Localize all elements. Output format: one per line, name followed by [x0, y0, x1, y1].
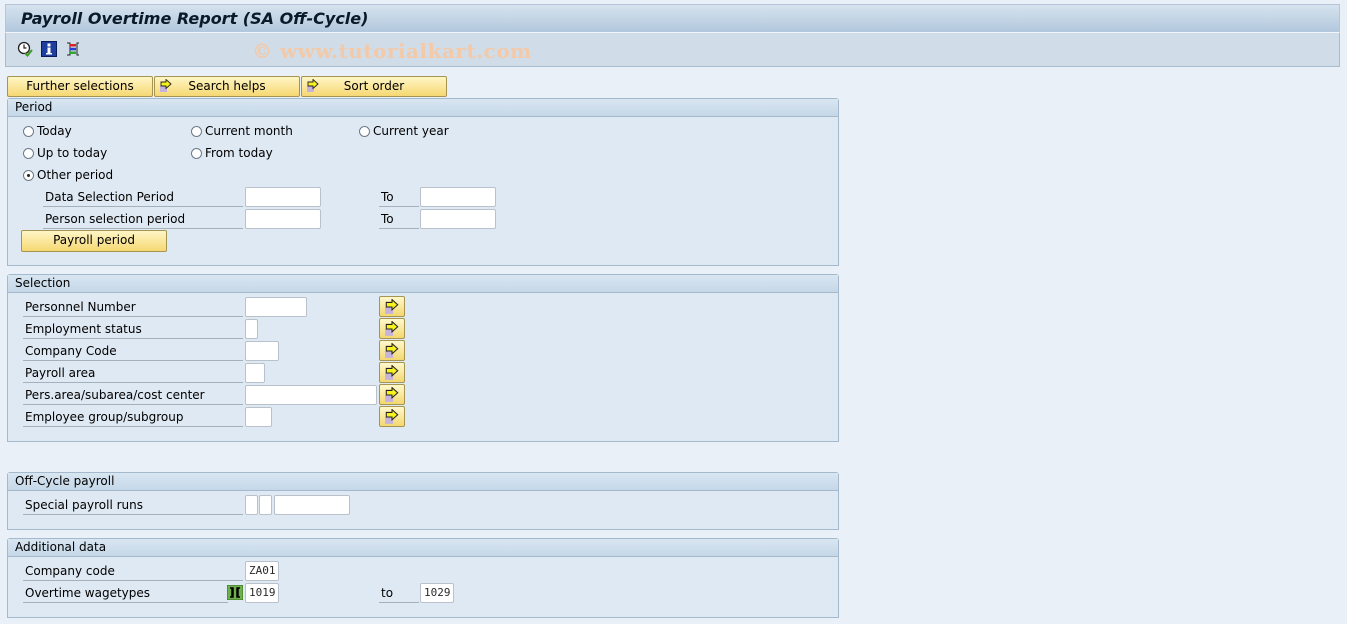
pers-area-label: Pers.area/subarea/cost center	[23, 385, 243, 405]
offcycle-group-title: Off-Cycle payroll	[8, 473, 838, 491]
arrow-right-icon	[385, 387, 399, 402]
selection-group-title: Selection	[8, 275, 838, 293]
radio-current-month[interactable]: Current month	[191, 123, 293, 139]
arrow-right-icon	[160, 79, 172, 92]
radio-circle	[23, 148, 34, 159]
radio-other-period[interactable]: Other period	[23, 167, 113, 183]
personnel-number-label: Personnel Number	[23, 297, 243, 317]
arrow-right-icon	[385, 365, 399, 380]
multiple-selection-button[interactable]	[379, 362, 405, 383]
multiple-selection-button[interactable]	[379, 340, 405, 361]
radio-label: From today	[205, 146, 273, 160]
search-helps-label: Search helps	[188, 79, 266, 93]
to-label: to	[379, 583, 419, 603]
company-code-input[interactable]	[245, 341, 279, 361]
period-group-title: Period	[8, 99, 838, 117]
info-icon[interactable]	[41, 41, 57, 57]
further-selections-button[interactable]: Further selections	[7, 76, 153, 97]
additional-data-group-title: Additional data	[8, 539, 838, 557]
payroll-period-button[interactable]: Payroll period	[21, 230, 167, 252]
special-run-type-input[interactable]	[245, 495, 258, 515]
payroll-area-label: Payroll area	[23, 363, 243, 383]
arrow-right-icon	[385, 409, 399, 424]
employment-status-input[interactable]	[245, 319, 258, 339]
multiple-selection-button[interactable]	[379, 406, 405, 427]
data-selection-to-input[interactable]	[420, 187, 496, 207]
special-payroll-runs-label: Special payroll runs	[23, 495, 243, 515]
selection-group: Selection Personnel Number Employment st…	[7, 274, 839, 442]
to-label: To	[379, 209, 419, 229]
employee-group-input[interactable]	[245, 407, 272, 427]
search-helps-button[interactable]: Search helps	[154, 76, 300, 97]
radio-from-today[interactable]: From today	[191, 145, 273, 161]
radio-label: Current year	[373, 124, 449, 138]
personnel-number-input[interactable]	[245, 297, 307, 317]
pers-area-input[interactable]	[245, 385, 377, 405]
watermark: © www.tutorialkart.com	[252, 39, 532, 63]
special-run-id-input[interactable]	[274, 495, 350, 515]
application-toolbar: © www.tutorialkart.com	[5, 33, 1340, 67]
radio-label: Other period	[37, 168, 114, 182]
execute-clock-icon[interactable]	[17, 41, 33, 57]
employee-group-label: Employee group/subgroup	[23, 407, 243, 427]
special-run-indicator-input[interactable]	[259, 495, 272, 515]
radio-circle-selected	[23, 170, 34, 181]
radio-circle	[23, 126, 34, 137]
overtime-wagetypes-label: Overtime wagetypes	[23, 583, 228, 603]
data-selection-period-label: Data Selection Period	[43, 187, 243, 207]
person-selection-from-input[interactable]	[245, 209, 321, 229]
multiple-selection-button[interactable]	[379, 318, 405, 339]
page-title: Payroll Overtime Report (SA Off-Cycle)	[21, 9, 369, 28]
multiple-selection-button[interactable]	[379, 296, 405, 317]
data-selection-from-input[interactable]	[245, 187, 321, 207]
radio-label: Current month	[205, 124, 293, 138]
offcycle-group: Off-Cycle payroll Special payroll runs	[7, 472, 839, 530]
radio-circle	[191, 148, 202, 159]
arrow-right-icon	[385, 299, 399, 314]
selection-options-icon[interactable]	[65, 41, 81, 57]
radio-current-year[interactable]: Current year	[359, 123, 449, 139]
employment-status-label: Employment status	[23, 319, 243, 339]
radio-label: Today	[37, 124, 72, 138]
payroll-area-input[interactable]	[245, 363, 265, 383]
radio-label: Up to today	[37, 146, 108, 160]
period-group: Period Today Current month Current year …	[7, 98, 839, 266]
multiple-selection-button[interactable]	[379, 384, 405, 405]
person-selection-period-label: Person selection period	[43, 209, 243, 229]
sort-order-label: Sort order	[343, 79, 405, 93]
title-bar: Payroll Overtime Report (SA Off-Cycle)	[5, 4, 1340, 33]
wagetypes-to-input[interactable]: 1029	[420, 583, 454, 603]
arrow-right-icon	[307, 79, 319, 92]
radio-today[interactable]: Today	[23, 123, 72, 139]
further-selections-label: Further selections	[26, 79, 134, 93]
person-selection-to-input[interactable]	[420, 209, 496, 229]
additional-data-group: Additional data Company code ZA01 Overti…	[7, 538, 839, 618]
wagetypes-from-input[interactable]: 1019	[245, 583, 279, 603]
to-label: To	[379, 187, 419, 207]
radio-circle	[359, 126, 370, 137]
radio-circle	[191, 126, 202, 137]
company-code-label: Company code	[23, 561, 243, 581]
arrow-right-icon	[385, 321, 399, 336]
arrow-right-icon	[385, 343, 399, 358]
payroll-period-label: Payroll period	[53, 233, 135, 247]
company-code-label: Company Code	[23, 341, 243, 361]
radio-up-to-today[interactable]: Up to today	[23, 145, 107, 161]
sort-order-button[interactable]: Sort order	[301, 76, 447, 97]
company-code-input[interactable]: ZA01	[245, 561, 279, 581]
interval-selection-icon[interactable]	[227, 585, 243, 600]
